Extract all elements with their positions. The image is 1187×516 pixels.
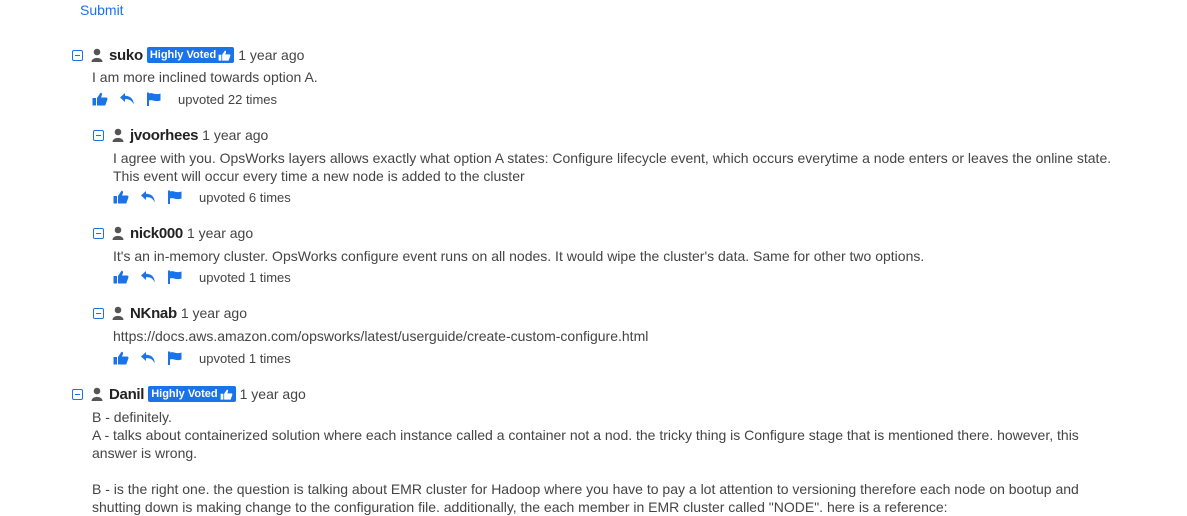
collapse-icon[interactable] (93, 129, 104, 141)
comment-link[interactable]: https://docs.aws.amazon.com/opsworks/lat… (113, 327, 648, 345)
username[interactable]: Danil (109, 386, 144, 403)
thumbs-up-icon (218, 50, 231, 61)
submit-link[interactable]: Submit (80, 2, 124, 18)
comment-actions: upvoted 6 times (113, 188, 291, 206)
upvote-count: upvoted 1 times (199, 269, 291, 285)
collapse-icon[interactable] (72, 49, 83, 61)
username[interactable]: nick000 (130, 225, 183, 242)
collapse-icon[interactable] (72, 388, 83, 400)
reply-icon[interactable] (140, 190, 156, 204)
collapse-icon[interactable] (93, 227, 104, 239)
comment-actions: upvoted 1 times (113, 349, 291, 367)
username[interactable]: NKnab (130, 305, 177, 322)
upvote-icon[interactable] (92, 92, 108, 106)
user-icon (112, 226, 124, 240)
comment-line: I am more inclined towards option A. (92, 69, 318, 85)
comment-line: I agree with you. OpsWorks layers allows… (113, 150, 1112, 166)
timestamp: 1 year ago (186, 225, 254, 241)
thumbs-up-icon (220, 389, 233, 400)
comment-header: NKnab 1 year ago (93, 303, 247, 323)
flag-icon[interactable] (167, 190, 183, 204)
comment-header: jvoorhees 1 year ago (93, 125, 268, 145)
collapse-icon[interactable] (93, 307, 104, 319)
timestamp: 1 year ago (180, 305, 248, 321)
upvote-icon[interactable] (113, 190, 129, 204)
user-icon (112, 306, 124, 320)
highly-voted-badge: Highly Voted (146, 47, 235, 63)
user-icon (91, 48, 103, 62)
upvote-icon[interactable] (113, 270, 129, 284)
badge-label: Highly Voted (151, 388, 218, 400)
highly-voted-badge: Highly Voted (148, 386, 236, 402)
timestamp: 1 year ago (238, 47, 305, 63)
username[interactable]: jvoorhees (130, 127, 198, 144)
comment-body: https://docs.aws.amazon.com/opsworks/lat… (113, 327, 648, 345)
reply-icon[interactable] (140, 270, 156, 284)
upvote-count: upvoted 1 times (199, 350, 291, 366)
timestamp: 1 year ago (239, 386, 306, 402)
flag-icon[interactable] (167, 270, 183, 284)
comment-header: Danil Highly Voted 1 year ago (72, 384, 306, 404)
comment-line: A - talks about containerized solution w… (92, 427, 1079, 443)
timestamp: 1 year ago (202, 127, 269, 143)
comment-header: nick000 1 year ago (93, 223, 253, 243)
upvote-icon[interactable] (113, 351, 129, 365)
comment-actions: upvoted 1 times (113, 268, 291, 286)
comment-line: shutting down is making change to the co… (92, 499, 948, 515)
reply-icon[interactable] (119, 92, 135, 106)
comment-body: It's an in-memory cluster. OpsWorks conf… (113, 247, 924, 265)
comment-header: suko Highly Voted 1 year ago (72, 45, 304, 65)
comment-blank-line (92, 462, 1079, 480)
comment-body: I am more inclined towards option A. (92, 68, 318, 86)
flag-icon[interactable] (167, 351, 183, 365)
comment-body: B - definitely. A - talks about containe… (92, 408, 1079, 516)
reply-icon[interactable] (140, 351, 156, 365)
username[interactable]: suko (109, 47, 143, 64)
comment-line: B - definitely. (92, 409, 172, 425)
upvote-count: upvoted 6 times (199, 189, 291, 205)
user-icon (91, 387, 103, 401)
comment-body: I agree with you. OpsWorks layers allows… (113, 149, 1111, 185)
flag-icon[interactable] (146, 92, 162, 106)
badge-label: Highly Voted (149, 49, 217, 61)
comment-line: answer is wrong. (92, 445, 198, 461)
user-icon (112, 128, 124, 142)
comment-actions: upvoted 22 times (92, 90, 277, 108)
upvote-count: upvoted 22 times (178, 91, 278, 107)
comment-line: It's an in-memory cluster. OpsWorks conf… (113, 248, 925, 264)
comment-line: This event will occur every time a new n… (113, 168, 525, 184)
comment-line: B - is the right one. the question is ta… (92, 481, 1079, 497)
